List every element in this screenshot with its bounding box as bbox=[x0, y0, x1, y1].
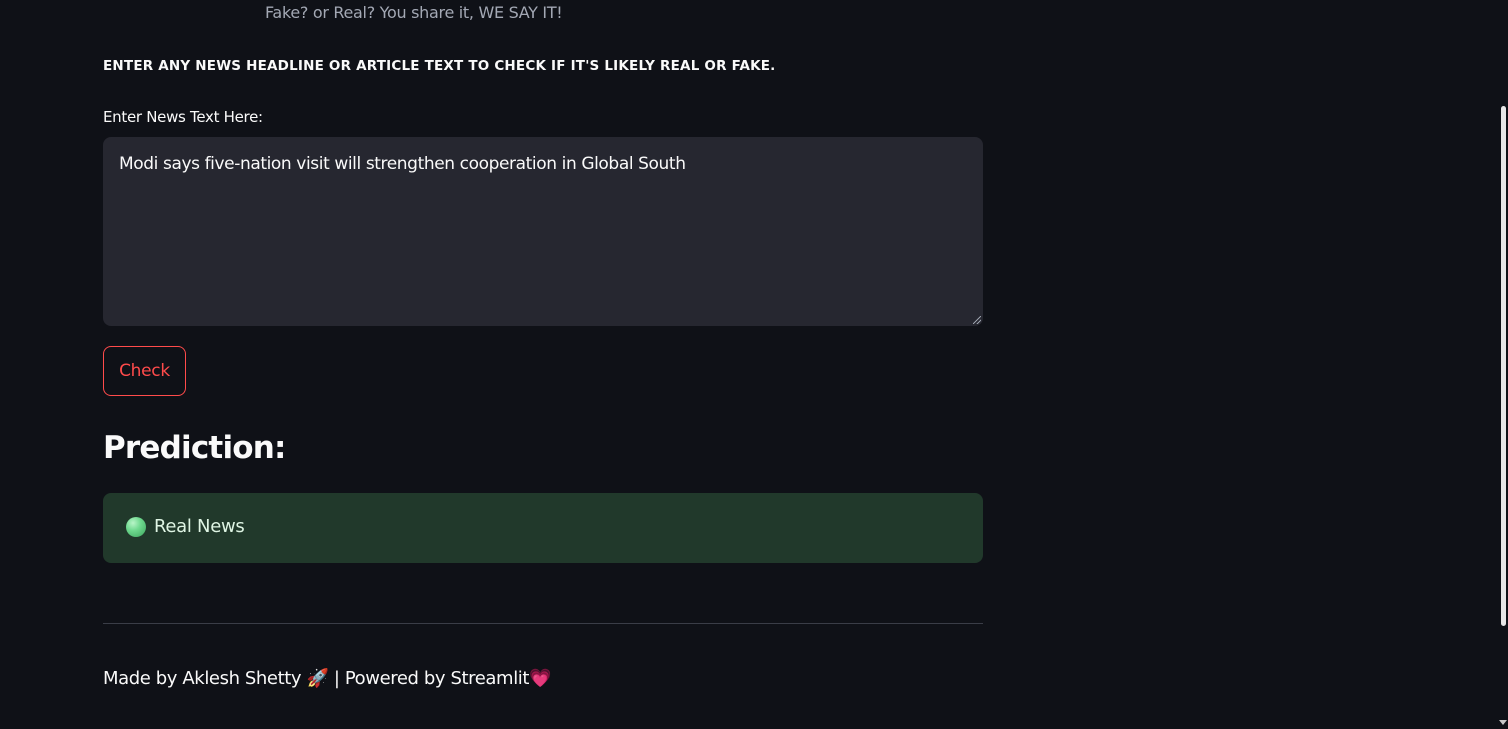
news-text-label: Enter News Text Here: bbox=[103, 108, 263, 126]
prediction-heading: Prediction: bbox=[103, 430, 286, 466]
prediction-result-box: Real News bbox=[103, 493, 983, 563]
instruction-text: ENTER ANY NEWS HEADLINE OR ARTICLE TEXT … bbox=[103, 58, 776, 74]
app-page: Fake? or Real? You share it, WE SAY IT! … bbox=[0, 0, 1508, 729]
news-text-area-container: Modi says five-nation visit will strengt… bbox=[103, 137, 983, 326]
page-scrollbar[interactable] bbox=[1499, 0, 1508, 729]
scroll-down-arrow-icon[interactable] bbox=[1499, 720, 1507, 725]
check-button[interactable]: Check bbox=[103, 346, 186, 396]
footer-divider bbox=[103, 623, 983, 624]
app-tagline: Fake? or Real? You share it, WE SAY IT! bbox=[265, 3, 563, 22]
news-text-input[interactable]: Modi says five-nation visit will strengt… bbox=[103, 137, 983, 326]
footer-credits: Made by Aklesh Shetty 🚀 | Powered by Str… bbox=[103, 668, 552, 689]
prediction-result-label: Real News bbox=[154, 516, 245, 537]
green-circle-icon bbox=[126, 517, 146, 537]
scrollbar-thumb[interactable] bbox=[1501, 106, 1506, 626]
resize-handle-icon[interactable] bbox=[973, 316, 981, 324]
